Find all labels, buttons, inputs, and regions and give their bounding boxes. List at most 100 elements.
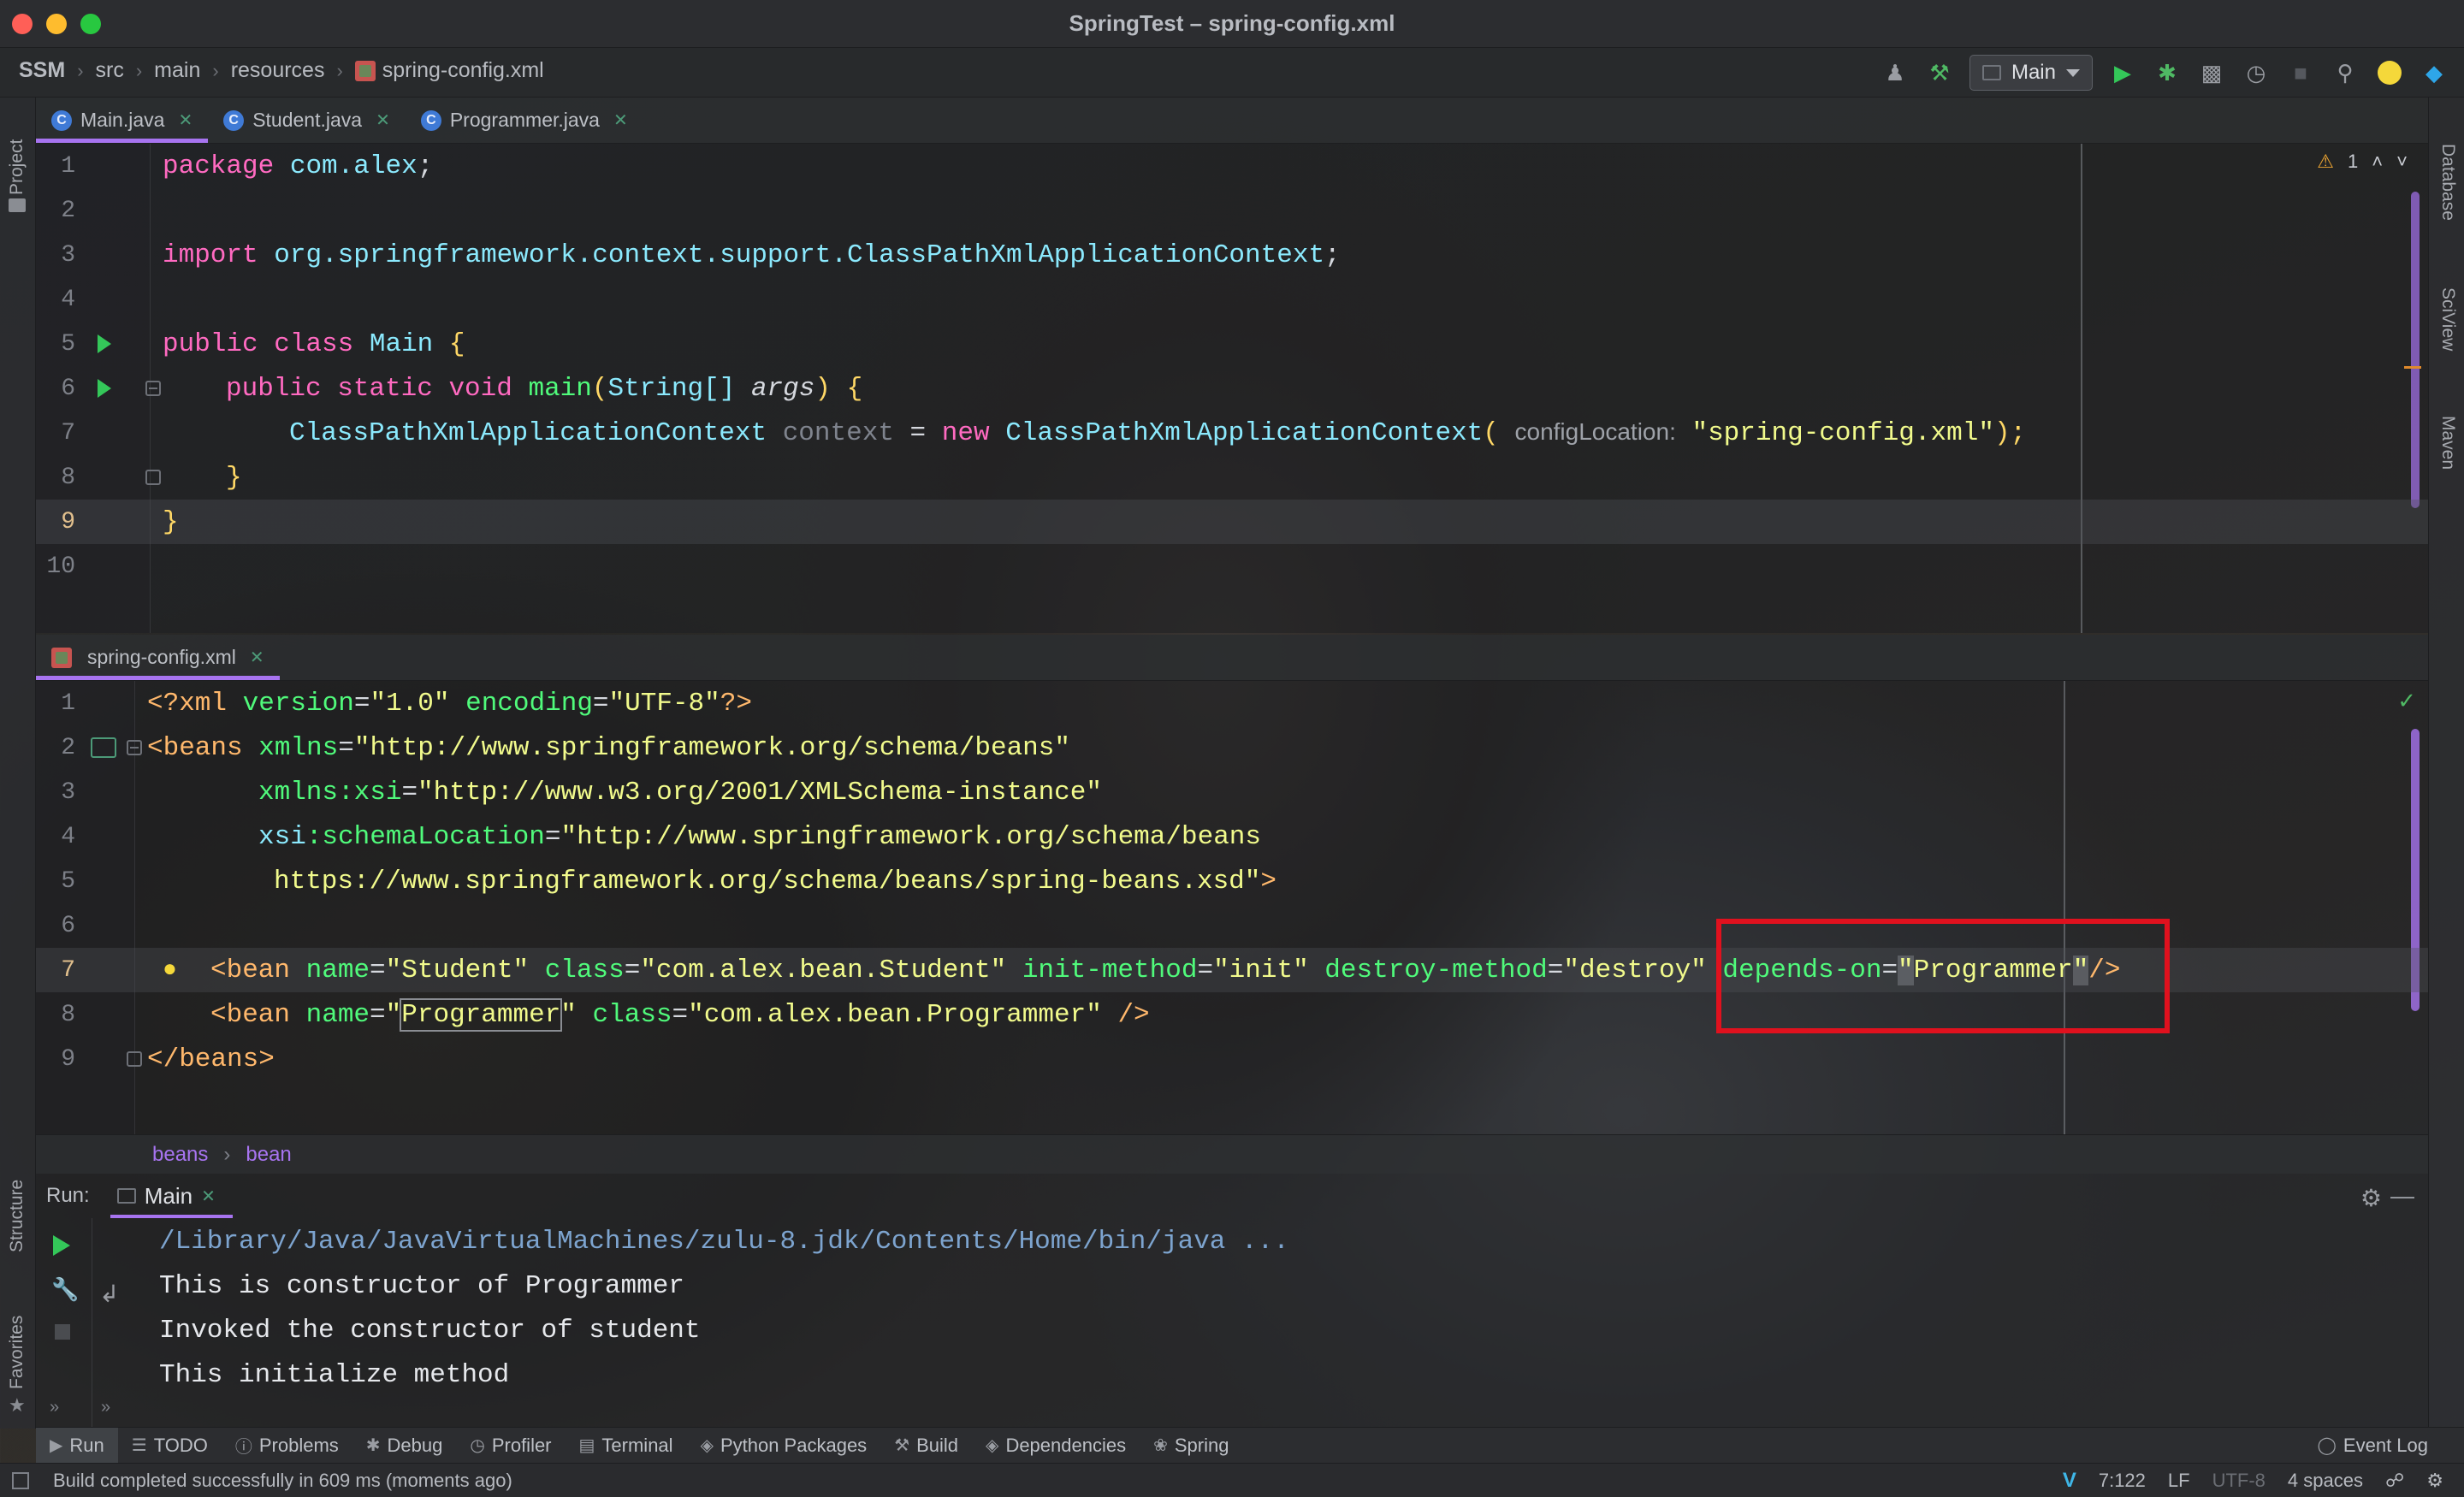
wrench-icon[interactable]: 🔧 <box>51 1276 79 1303</box>
tool-event-log[interactable]: ◯ Event Log <box>2304 1428 2442 1464</box>
status-bar: Build completed successfully in 609 ms (… <box>0 1463 2464 1497</box>
panel-toggle-icon[interactable] <box>12 1472 29 1489</box>
search-icon[interactable]: ⚲ <box>2331 58 2360 87</box>
spring-leaf-icon: ❀ <box>1153 1436 1168 1455</box>
coverage-icon[interactable]: ▩ <box>2197 58 2226 87</box>
structure-tool-button[interactable]: Structure <box>7 1150 27 1252</box>
run-side-toolbar: 🔧 » <box>36 1218 92 1427</box>
tool-label: Run <box>69 1434 104 1456</box>
breadcrumb-main[interactable]: main <box>154 58 200 83</box>
application-icon <box>1981 65 2001 80</box>
line-separator[interactable]: LF <box>2168 1470 2190 1492</box>
fold-icon[interactable] <box>145 470 161 485</box>
jetbrains-logo-icon[interactable]: ◆ <box>2420 58 2449 87</box>
inspector-icon[interactable]: ⚙ <box>2426 1470 2443 1492</box>
crumb-beans[interactable]: beans <box>152 1143 208 1167</box>
token: main <box>528 373 592 404</box>
profile-icon[interactable]: ◷ <box>2242 58 2271 87</box>
tool-label: Build <box>916 1434 959 1456</box>
tool-debug[interactable]: ✱ Debug <box>352 1428 457 1464</box>
chevron-down-icon <box>2066 68 2080 77</box>
token: destroy-method <box>1324 955 1548 985</box>
java-class-icon: C <box>223 109 245 131</box>
close-icon[interactable]: ✕ <box>178 109 192 131</box>
spring-bean-gutter-icon[interactable] <box>91 737 116 758</box>
crumb-bean[interactable]: bean <box>246 1143 291 1167</box>
run-gutter-icon[interactable] <box>98 334 111 353</box>
soft-wrap-icon[interactable]: ↲ <box>99 1280 119 1308</box>
tab-student-java[interactable]: C Student.java ✕ <box>208 98 406 143</box>
close-icon[interactable]: ✕ <box>250 647 264 668</box>
close-icon[interactable]: ✕ <box>201 1186 216 1207</box>
tab-spring-config-xml[interactable]: spring-config.xml ✕ <box>36 635 280 680</box>
updates-icon[interactable] <box>2375 58 2404 87</box>
tab-programmer-java[interactable]: C Programmer.java ✕ <box>406 98 643 143</box>
tool-dependencies[interactable]: ◈ Dependencies <box>972 1428 1140 1464</box>
fold-icon[interactable] <box>127 1051 142 1067</box>
line-number: 3 <box>61 778 75 806</box>
token: xmlns <box>258 732 339 763</box>
close-icon[interactable]: ✕ <box>376 109 390 131</box>
file-encoding[interactable]: UTF-8 <box>2212 1470 2266 1492</box>
gear-icon[interactable]: ⚙ <box>2360 1184 2382 1212</box>
token: "com.alex.bean.Programmer" <box>688 999 1102 1030</box>
tool-todo[interactable]: ☰ TODO <box>118 1428 222 1464</box>
user-icon[interactable]: ♟ <box>1881 58 1910 87</box>
tool-label: TODO <box>153 1434 208 1456</box>
java-class-icon: C <box>51 109 72 131</box>
close-icon[interactable]: ✕ <box>613 109 628 131</box>
console-line[interactable]: /Library/Java/JavaVirtualMachines/zulu-8… <box>159 1227 1289 1257</box>
tool-problems[interactable]: ⓘ Problems <box>222 1428 352 1464</box>
breadcrumb-project[interactable]: SSM <box>19 58 65 83</box>
breadcrumb-src[interactable]: src <box>96 58 124 83</box>
token: <bean <box>210 999 291 1030</box>
run-label: Run: <box>46 1184 90 1207</box>
sciview-tool-button[interactable]: SciView <box>2437 287 2458 373</box>
database-tool-button[interactable]: Database <box>2437 144 2458 238</box>
tab-main-java[interactable]: C Main.java ✕ <box>36 98 209 143</box>
lightbulb-icon[interactable]: ● <box>163 955 177 982</box>
run-icon[interactable]: ▶ <box>2108 58 2137 87</box>
caret-position[interactable]: 7:122 <box>2099 1470 2146 1492</box>
status-message[interactable]: Build completed successfully in 609 ms (… <box>53 1470 512 1492</box>
fold-icon[interactable] <box>127 740 142 755</box>
tool-build[interactable]: ⚒ Build <box>880 1428 972 1464</box>
maven-tool-button[interactable]: Maven <box>2437 416 2458 493</box>
line-number: 5 <box>61 330 75 358</box>
token: org.springframework.context.support. <box>274 240 847 270</box>
minimize-icon[interactable]: — <box>2390 1182 2414 1210</box>
stop-icon[interactable] <box>55 1324 70 1340</box>
token: args <box>750 373 815 404</box>
java-editor[interactable]: ⚠ 1 ˄ ˅ 1 package com.alex; 2 3 import o… <box>36 144 2428 633</box>
indent-setting[interactable]: 4 spaces <box>2288 1470 2363 1492</box>
run-config-select[interactable]: Main <box>1969 55 2093 91</box>
fold-icon[interactable] <box>145 381 161 396</box>
run-tab-main[interactable]: Main ✕ <box>110 1174 233 1218</box>
tool-run[interactable]: ▶ Run <box>36 1427 118 1464</box>
vcs-icon[interactable]: V <box>2063 1469 2076 1493</box>
debug-icon[interactable]: ✱ <box>2153 58 2182 87</box>
code-line: 6 public static void main(String[] args)… <box>36 366 2428 411</box>
run-gutter-icon[interactable] <box>98 379 111 398</box>
tool-spring[interactable]: ❀ Spring <box>1140 1428 1242 1464</box>
more-icon[interactable]: » <box>101 1398 110 1417</box>
tool-terminal[interactable]: ▤ Terminal <box>566 1428 687 1464</box>
breadcrumb-resources[interactable]: resources <box>231 58 325 83</box>
more-icon[interactable]: » <box>50 1398 59 1417</box>
project-tool-button[interactable]: Project <box>7 109 27 195</box>
build-hammer-icon[interactable]: ⚒ <box>1925 58 1954 87</box>
stop-icon[interactable]: ■ <box>2286 58 2315 87</box>
star-icon: ★ <box>9 1394 26 1416</box>
lock-icon[interactable]: ☍ <box>2385 1470 2404 1492</box>
tool-profiler[interactable]: ◷ Profiler <box>456 1428 565 1464</box>
favorites-tool-button[interactable]: Favorites <box>7 1295 27 1389</box>
tool-python-packages[interactable]: ◈ Python Packages <box>687 1428 881 1464</box>
token: package <box>163 151 275 181</box>
xml-editor[interactable]: ✓ 1 <?xml version="1.0" encoding="UTF-8"… <box>36 681 2428 1134</box>
breadcrumb-file[interactable]: spring-config.xml <box>382 58 544 83</box>
line-number: 4 <box>61 286 75 313</box>
parameter-hint: configLocation: <box>1514 417 1676 445</box>
code-line: 5 https://www.springframework.org/schema… <box>36 859 2428 903</box>
rerun-icon[interactable] <box>53 1235 70 1256</box>
console-line: This initialize method <box>159 1360 510 1390</box>
